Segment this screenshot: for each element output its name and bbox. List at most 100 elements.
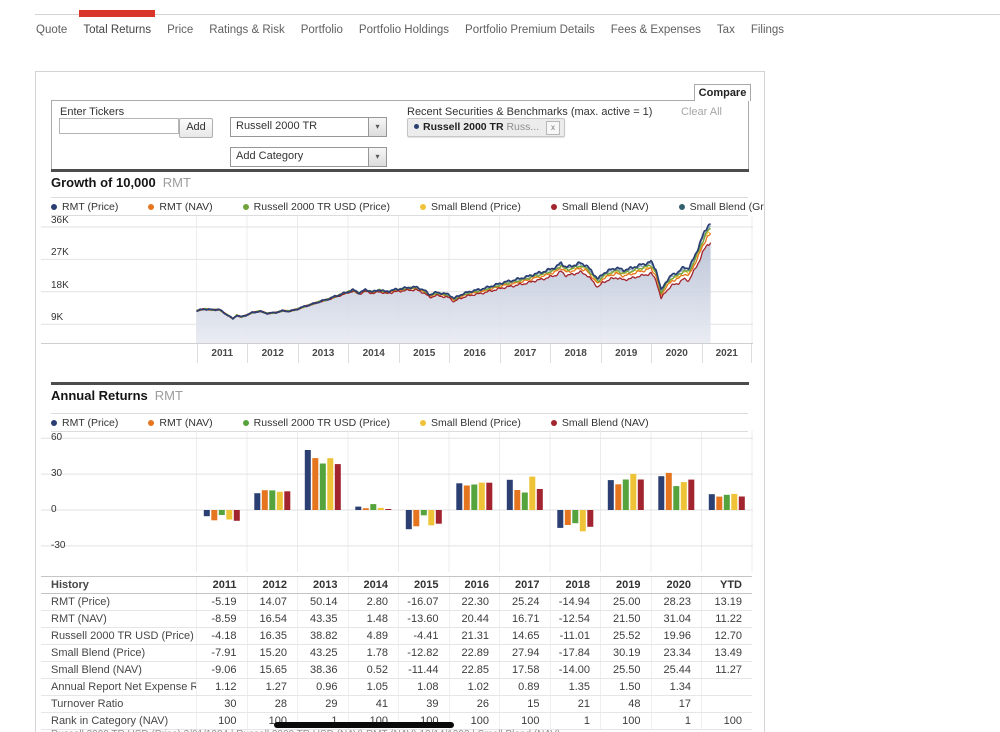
series-color-dot: [243, 420, 249, 426]
chevron-down-icon[interactable]: ▾: [368, 118, 386, 136]
cell-value: 1.78: [348, 645, 399, 662]
cell-value: 17.58: [500, 662, 551, 679]
year-label-2011: 2011: [197, 344, 248, 363]
col-header-2020: 2020: [651, 577, 702, 594]
tab-bar: Quote Total Returns Price Ratings & Risk Por…: [0, 0, 1000, 44]
tab-filings[interactable]: Filings: [750, 23, 785, 37]
bar-small-blend-price-2014: [378, 508, 384, 510]
growth-ytick: 9K: [51, 312, 63, 323]
cell-value: 100: [500, 713, 551, 730]
clear-all-link[interactable]: Clear All: [681, 106, 722, 118]
cell-value: 100: [449, 713, 500, 730]
tab-tax[interactable]: Tax: [716, 23, 736, 37]
chip-name: Russell 2000 TR: [423, 121, 504, 133]
cell-value: 16.35: [247, 628, 298, 645]
close-icon[interactable]: x: [546, 121, 560, 135]
cell-value: 1.05: [348, 679, 399, 696]
annual-ytick: 0: [51, 504, 57, 515]
year-label-2019: 2019: [601, 344, 652, 363]
bar-russell-2000-tr-usd-price-ytd: [724, 495, 730, 510]
tab-quote[interactable]: Quote: [35, 23, 68, 37]
cell-value: 26: [449, 696, 500, 713]
series-color-dot: [148, 420, 154, 426]
cell-value: 11.22: [702, 611, 753, 628]
bar-small-blend-price-2015: [428, 510, 434, 525]
cell-value: 41: [348, 696, 399, 713]
year-label-2021: 2021: [702, 344, 753, 363]
legend-item-rmt-price[interactable]: RMT (Price): [51, 201, 118, 213]
category-select[interactable]: Add Category ▾: [230, 147, 387, 167]
tab-fees-expenses[interactable]: Fees & Expenses: [610, 23, 702, 37]
bar-small-blend-nav-2018: [587, 510, 593, 527]
benchmark-chip[interactable]: Russell 2000 TR Russ... x: [407, 118, 565, 137]
legend-label: RMT (NAV): [159, 201, 212, 213]
table-row-rmt-price: RMT (Price)-5.1914.0750.142.80-16.0722.3…: [41, 594, 752, 611]
legend-item-small-blend-gross[interactable]: Small Blend (Gross): [679, 201, 765, 213]
tab-portfolio[interactable]: Portfolio: [300, 23, 344, 37]
legend-item-rmt-price[interactable]: RMT (Price): [51, 417, 118, 429]
benchmark-select-value: Russell 2000 TR: [236, 120, 317, 132]
legend-label: RMT (Price): [62, 201, 118, 213]
horizontal-scrollbar[interactable]: [274, 722, 454, 728]
cell-value: 1.27: [247, 679, 298, 696]
cell-value: -8.59: [197, 611, 248, 628]
bar-small-blend-nav-2012: [284, 491, 290, 510]
tab-ratings-risk[interactable]: Ratings & Risk: [208, 23, 285, 37]
legend-label: Small Blend (Price): [431, 201, 521, 213]
tab-portfolio-premium-details[interactable]: Portfolio Premium Details: [464, 23, 596, 37]
bar-russell-2000-tr-usd-price-2018: [572, 510, 578, 523]
section-divider: [51, 169, 749, 172]
legend-item-small-blend-price[interactable]: Small Blend (Price): [420, 201, 521, 213]
row-label: Rank in Category (NAV): [41, 713, 197, 730]
tab-total-returns[interactable]: Total Returns: [82, 23, 152, 37]
cell-value: [702, 696, 753, 713]
growth-legend: RMT (Price) RMT (NAV) Russell 2000 TR USD …: [51, 197, 748, 216]
cell-value: 29: [298, 696, 349, 713]
row-label: Annual Report Net Expense Ratio: [41, 679, 197, 696]
growth-ytick: 18K: [51, 280, 69, 291]
tab-portfolio-holdings[interactable]: Portfolio Holdings: [358, 23, 450, 37]
row-label: Turnover Ratio: [41, 696, 197, 713]
year-label-2015: 2015: [399, 344, 450, 363]
legend-item-russell-2000-tr-usd-price[interactable]: Russell 2000 TR USD (Price): [243, 417, 390, 429]
cell-value: 30: [197, 696, 248, 713]
cell-value: 14.07: [247, 594, 298, 611]
series-color-dot: [243, 204, 249, 210]
cell-value: 13.49: [702, 645, 753, 662]
legend-item-russell-2000-tr-usd-price[interactable]: Russell 2000 TR USD (Price): [243, 201, 390, 213]
cell-value: 16.71: [500, 611, 551, 628]
bar-rmt-nav-2013: [312, 458, 318, 510]
bar-small-blend-nav-2011: [234, 510, 240, 521]
ticker-input[interactable]: [59, 118, 179, 134]
cell-value: -5.19: [197, 594, 248, 611]
bar-rmt-price-2011: [204, 510, 210, 516]
benchmark-select[interactable]: Russell 2000 TR ▾: [230, 117, 387, 137]
tab-price[interactable]: Price: [166, 23, 194, 37]
legend-item-rmt-nav[interactable]: RMT (NAV): [148, 201, 212, 213]
legend-item-small-blend-nav[interactable]: Small Blend (NAV): [551, 417, 649, 429]
category-select-value: Add Category: [236, 150, 303, 162]
bar-small-blend-price-2017: [529, 477, 535, 510]
chevron-down-icon[interactable]: ▾: [368, 148, 386, 166]
cell-value: -13.60: [399, 611, 450, 628]
cell-value: 25.00: [601, 594, 652, 611]
col-header-2016: 2016: [449, 577, 500, 594]
bar-russell-2000-tr-usd-price-2013: [320, 464, 326, 511]
cell-value: 21: [550, 696, 601, 713]
cell-value: 17: [651, 696, 702, 713]
annual-ticker: RMT: [155, 388, 183, 403]
bar-rmt-price-2016: [456, 483, 462, 510]
compare-tab[interactable]: Compare: [694, 84, 751, 101]
legend-item-small-blend-price[interactable]: Small Blend (Price): [420, 417, 521, 429]
bar-small-blend-price-2019: [630, 474, 636, 510]
row-label: Small Blend (NAV): [41, 662, 197, 679]
growth-ytick: 36K: [51, 215, 69, 226]
series-color-dot: [414, 124, 419, 129]
cell-value: -11.44: [399, 662, 450, 679]
legend-item-rmt-nav[interactable]: RMT (NAV): [148, 417, 212, 429]
legend-item-small-blend-nav[interactable]: Small Blend (NAV): [551, 201, 649, 213]
cell-value: 1: [651, 713, 702, 730]
add-ticker-button[interactable]: Add: [179, 118, 213, 138]
tab-bar-divider: [35, 14, 1000, 15]
legend-label: Small Blend (Price): [431, 417, 521, 429]
